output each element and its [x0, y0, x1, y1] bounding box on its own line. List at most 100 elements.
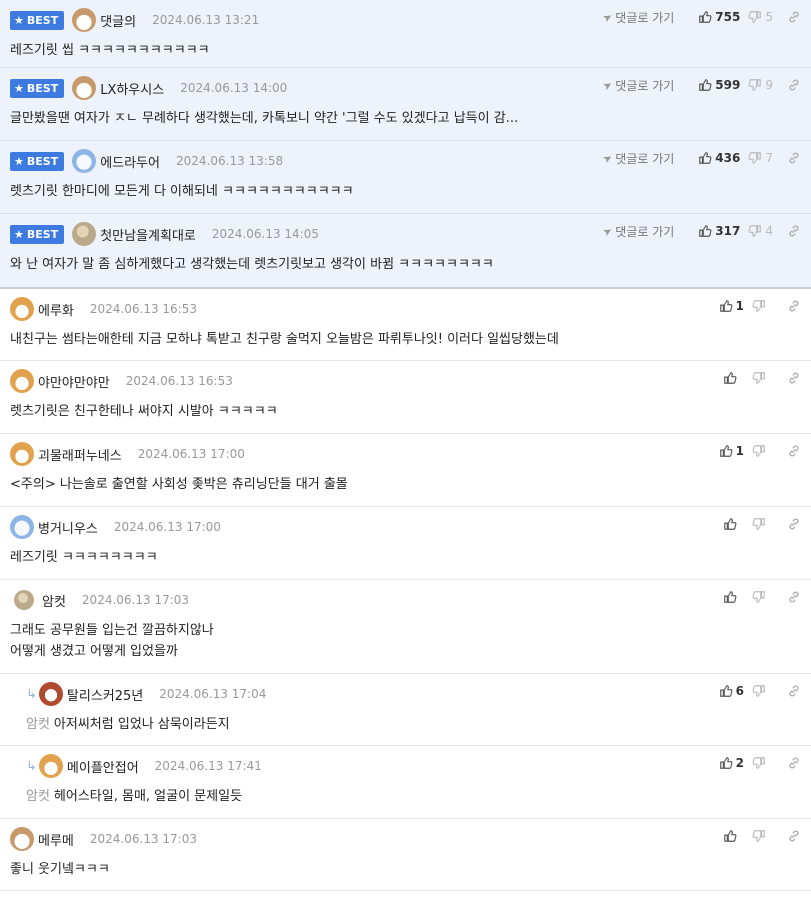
goto-comment-link[interactable]: ➤ 댓글로 가기 [600, 77, 674, 94]
upvote-button[interactable]: 2 [719, 756, 744, 770]
avatar[interactable] [72, 76, 97, 100]
avatar[interactable] [72, 149, 97, 173]
link-icon[interactable] [787, 756, 801, 770]
link-icon[interactable] [787, 151, 801, 165]
upvote-button[interactable]: 6 [719, 684, 744, 698]
comment-header: 메루메 2024.06.13 17:03 [10, 827, 197, 851]
downvote-button[interactable] [752, 829, 773, 843]
downvote-button[interactable]: 7 [748, 151, 773, 165]
thumbs-up-icon [698, 78, 712, 92]
nickname[interactable]: 에드라두어 [100, 152, 160, 171]
nickname[interactable]: 암컷 [42, 591, 66, 610]
nickname[interactable]: 첫만남을계획대로 [100, 225, 196, 244]
upvote-button[interactable]: 1 [719, 444, 744, 458]
nickname[interactable]: LX하우시스 [100, 79, 164, 98]
nickname[interactable]: 댓글의 [100, 11, 136, 30]
thumbs-down-icon [752, 590, 766, 604]
downvote-button[interactable] [752, 444, 773, 458]
link-icon[interactable] [787, 590, 801, 604]
downvote-button[interactable]: 9 [748, 78, 773, 92]
link-icon[interactable] [787, 444, 801, 458]
comment-item: 메루메 2024.06.13 17:03 좋니 웃기넼ㅋㅋㅋ [0, 819, 811, 891]
comment-body: 와 난 여자가 말 좀 심하게했다고 생각했는데 렛츠기릿보고 생각이 바뀜 ㅋ… [10, 254, 751, 275]
upvote-count: 6 [735, 684, 744, 698]
comment-date: 2024.06.13 14:05 [211, 227, 319, 241]
upvote-button[interactable]: 599 [698, 78, 740, 92]
comment-body: 그래도 공무원들 입는건 깔끔하지않나 어떻게 생겼고 어떻게 입었을까 [10, 620, 751, 662]
downvote-button[interactable] [752, 517, 773, 531]
upvote-button[interactable] [723, 517, 744, 531]
link-icon[interactable] [787, 371, 801, 385]
thumbs-up-icon [723, 590, 737, 604]
link-icon[interactable] [787, 684, 801, 698]
goto-comment-link[interactable]: ➤ 댓글로 가기 [600, 150, 674, 167]
avatar[interactable] [10, 827, 34, 851]
link-icon[interactable] [787, 10, 801, 24]
comment-header: ★ BEST 댓글의 2024.06.13 13:21 [10, 8, 259, 32]
upvote-button[interactable] [723, 371, 744, 385]
comment-date: 2024.06.13 17:00 [137, 447, 245, 461]
best-badge-label: BEST [26, 81, 59, 95]
reply-arrow-icon: ↳ [26, 758, 37, 774]
nickname[interactable]: 괴물래퍼누네스 [38, 445, 122, 464]
thumbs-down-icon [752, 444, 766, 458]
upvote-button[interactable] [723, 829, 744, 843]
comment-list: ★ BEST 댓글의 2024.06.13 13:21 레즈기릿 씹 ㅋㅋㅋㅋㅋㅋㅋㅋㅋ… [0, 0, 811, 891]
reply-mention[interactable]: 암컷 [26, 717, 50, 732]
link-icon[interactable] [787, 224, 801, 238]
comment-date: 2024.06.13 17:03 [81, 593, 190, 607]
reply-mention[interactable]: 암컷 [26, 789, 50, 804]
downvote-button[interactable] [752, 684, 773, 698]
avatar[interactable] [10, 369, 34, 393]
goto-comment-label: 댓글로 가기 [615, 10, 675, 25]
downvote-count: 5 [765, 10, 773, 24]
avatar[interactable] [14, 590, 34, 610]
downvote-button[interactable]: 5 [748, 10, 773, 24]
upvote-button[interactable]: 317 [698, 224, 740, 238]
downvote-button[interactable]: 4 [748, 224, 773, 238]
upvote-count: 1 [735, 299, 744, 313]
downvote-button[interactable] [752, 371, 773, 385]
avatar[interactable] [10, 442, 34, 466]
best-badge: ★ BEST [10, 224, 65, 244]
upvote-button[interactable] [723, 590, 744, 604]
avatar[interactable] [10, 515, 34, 539]
nickname[interactable]: 야만야만야만 [38, 372, 110, 391]
thumbs-down-icon [752, 299, 766, 313]
link-icon[interactable] [787, 829, 801, 843]
avatar[interactable] [72, 222, 97, 246]
nickname[interactable]: 병거니우스 [38, 518, 98, 537]
avatar[interactable] [38, 754, 63, 778]
downvote-button[interactable] [752, 299, 773, 313]
avatar[interactable] [38, 682, 63, 706]
downvote-button[interactable] [752, 756, 773, 770]
comment-header: 암컷 2024.06.13 17:03 [10, 588, 189, 612]
comment-header: ↳ 메이플안접어 2024.06.13 17:41 [26, 754, 262, 778]
comment-body: 렛츠기릿 한마디에 모든게 다 이해되네 ㅋㅋㅋㅋㅋㅋㅋㅋㅋㅋㅋ [10, 181, 751, 202]
avatar[interactable] [10, 297, 34, 321]
comment-text: 와 난 여자가 말 좀 심하게했다고 생각했는데 렛츠기릿보고 생각이 바뀜 ㅋ… [10, 257, 494, 272]
link-icon[interactable] [787, 517, 801, 531]
thumbs-down-icon [748, 10, 762, 24]
upvote-button[interactable]: 1 [719, 299, 744, 313]
link-icon[interactable] [787, 299, 801, 313]
upvote-button[interactable]: 755 [698, 10, 740, 24]
goto-comment-link[interactable]: ➤ 댓글로 가기 [600, 223, 674, 240]
comment-item: 암컷 2024.06.13 17:03 그래도 공무원들 입는건 깔끔하지않나 어떻… [0, 580, 811, 674]
star-icon: ★ [14, 81, 24, 95]
thumbs-up-icon [719, 444, 733, 458]
comment-actions [715, 369, 801, 387]
downvote-button[interactable] [752, 590, 773, 604]
comment-body: 암컷 헤어스타일, 몸매, 얼굴이 문제일듯 [26, 786, 751, 807]
goto-comment-link[interactable]: ➤ 댓글로 가기 [600, 9, 675, 26]
nickname[interactable]: 에루화 [38, 300, 74, 319]
nickname[interactable]: 탈리스커25년 [67, 685, 143, 704]
nickname[interactable]: 메루메 [38, 830, 74, 849]
avatar[interactable] [72, 8, 97, 32]
best-badge: ★ BEST [10, 10, 65, 30]
comment-actions: ➤ 댓글로 가기 317 4 [600, 222, 801, 240]
upvote-button[interactable]: 436 [698, 151, 740, 165]
comment-actions: 6 [711, 682, 801, 700]
nickname[interactable]: 메이플안접어 [67, 757, 139, 776]
link-icon[interactable] [787, 78, 801, 92]
